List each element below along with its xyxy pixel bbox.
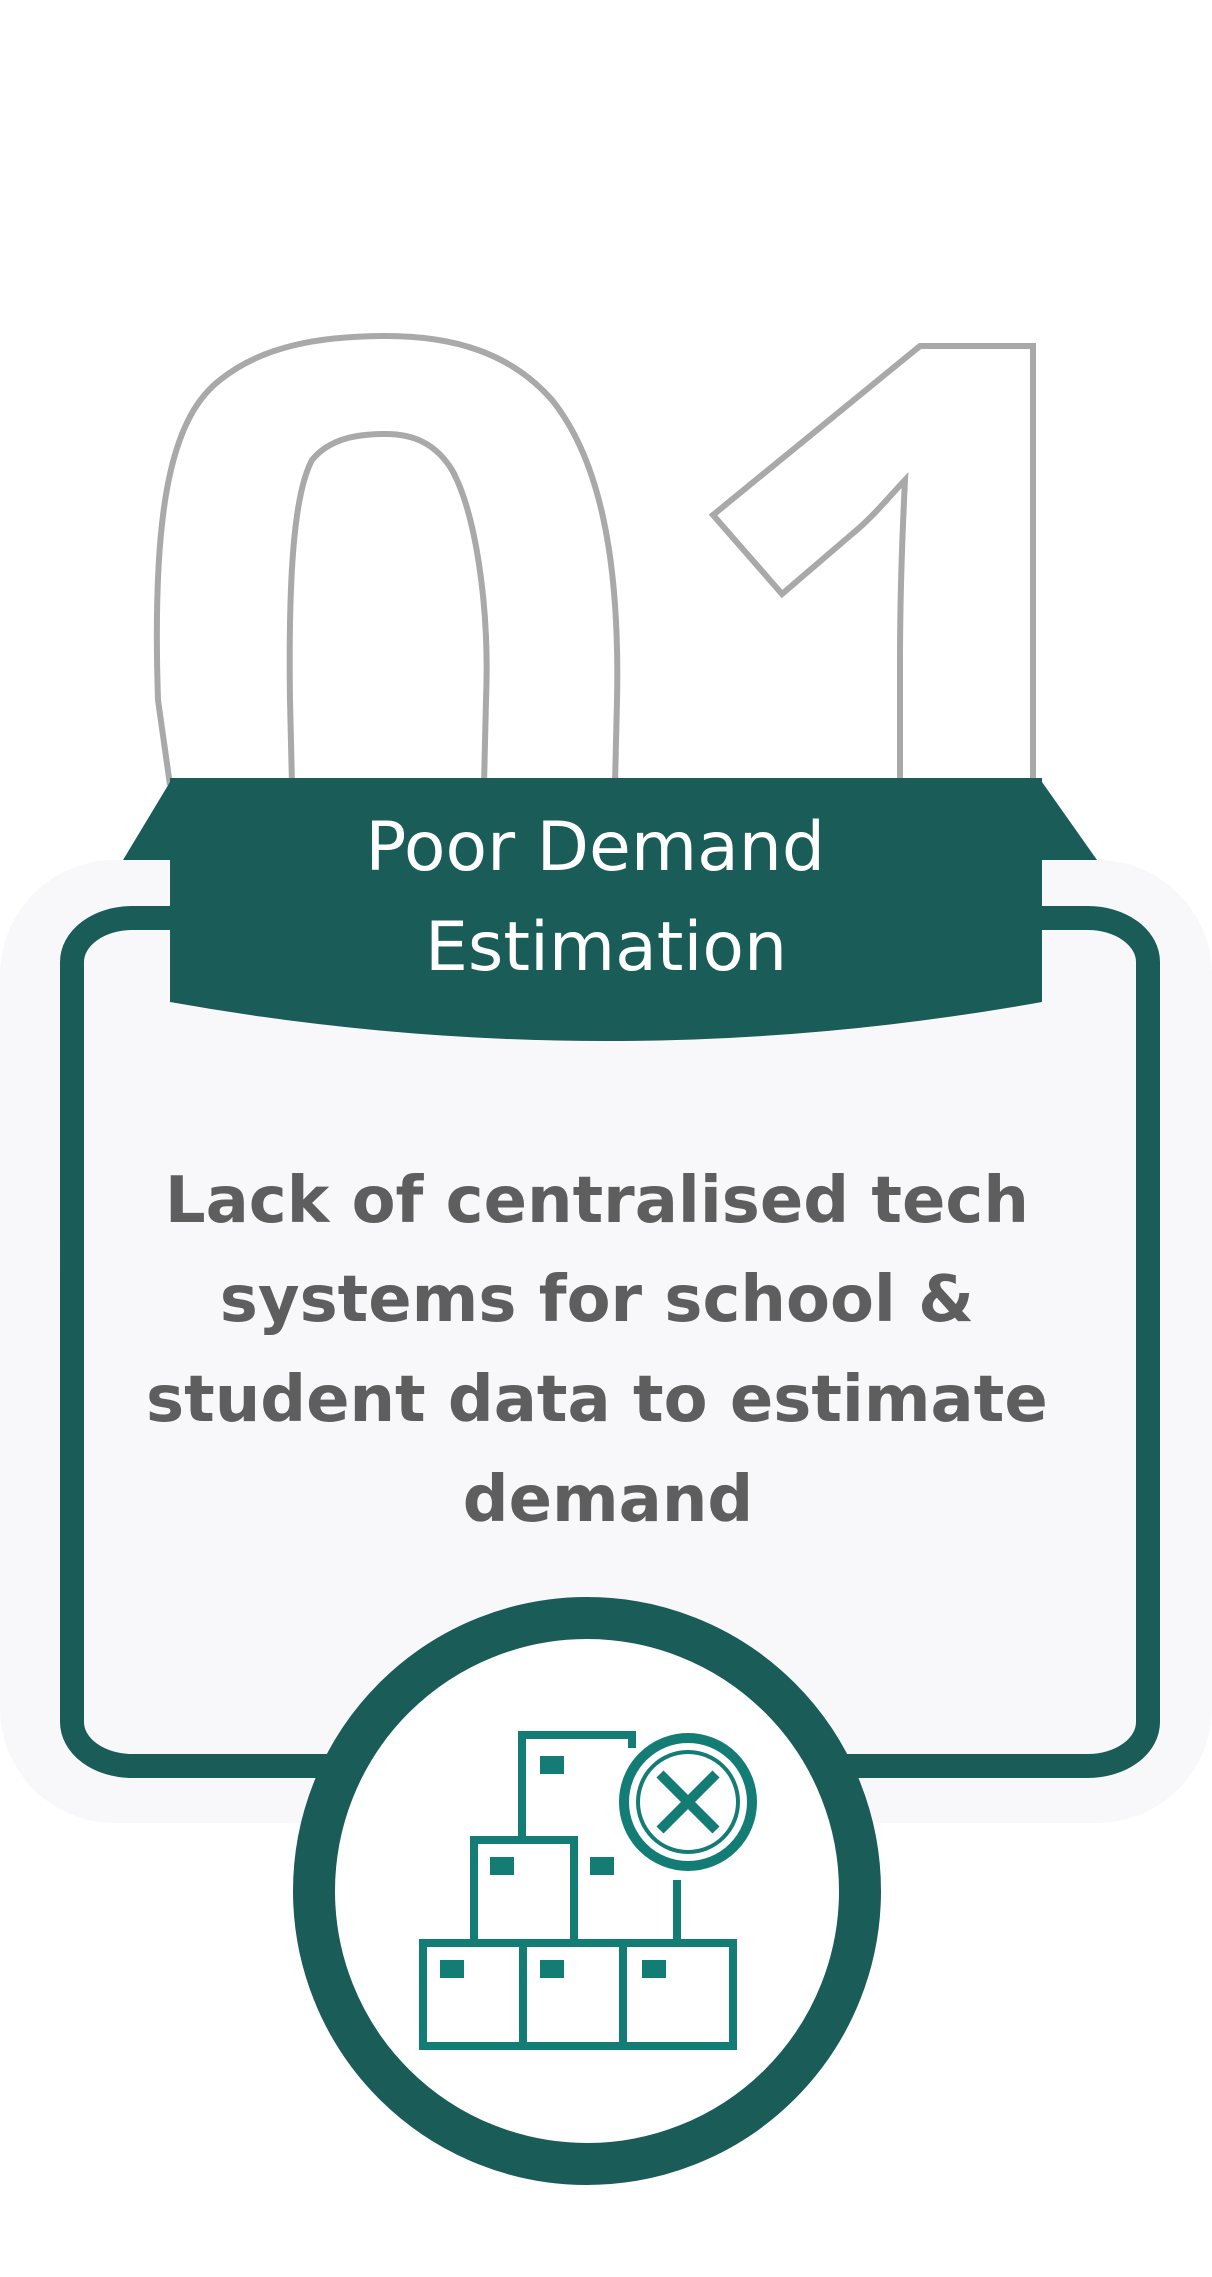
number-zero-inner <box>286 430 490 786</box>
number-one <box>708 343 1036 785</box>
card-title-line-2: Estimation <box>425 908 787 987</box>
banner-ear-right <box>1042 782 1097 860</box>
number-zero-outer <box>153 332 621 786</box>
box-label <box>540 1756 564 1774</box>
description-line-1: Lack of centralised tech <box>165 1164 1029 1238</box>
box-label <box>540 1960 564 1978</box>
banner-ear-left <box>123 782 170 860</box>
box-label <box>440 1960 464 1978</box>
box-label <box>642 1960 666 1978</box>
description-line-3: student data to estimate <box>146 1363 1048 1437</box>
step-number <box>153 332 1036 786</box>
card-illustration: Poor Demand Estimation Lack of centralis… <box>0 332 1212 2185</box>
description-line-2: systems for school & <box>220 1263 974 1337</box>
card-title-line-1: Poor Demand <box>365 808 825 887</box>
description-line-4: demand <box>463 1463 753 1537</box>
box-label <box>490 1857 514 1875</box>
icon-badge <box>293 1597 881 2185</box>
box-label <box>590 1857 614 1875</box>
